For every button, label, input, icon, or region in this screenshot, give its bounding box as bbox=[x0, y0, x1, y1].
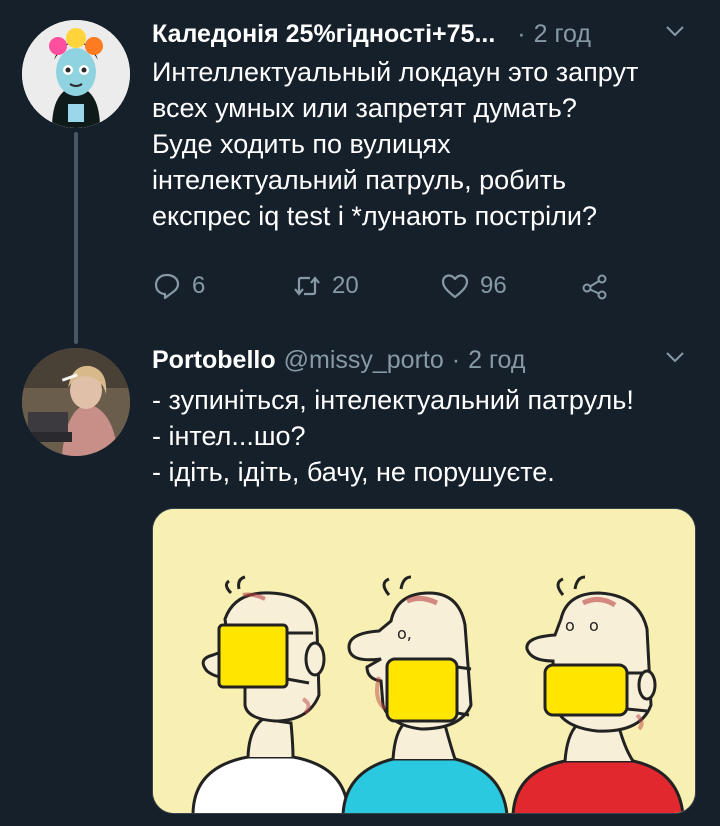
svg-text:o,: o, bbox=[397, 624, 412, 643]
avatar[interactable] bbox=[22, 348, 130, 456]
like-button[interactable]: 96 bbox=[440, 271, 580, 301]
text-line: інтелектуальний патруль, робить bbox=[152, 165, 567, 195]
author-name[interactable]: Portobello bbox=[152, 346, 276, 375]
thread-line bbox=[74, 132, 78, 344]
text-line: - зупиніться, інтелектуальний патруль! bbox=[152, 385, 634, 415]
tweet-header: Portobello @missy_porto · 2 год bbox=[152, 342, 700, 378]
tweet-1[interactable]: Каледонія 25%гідності+75... · 2 год Инте… bbox=[0, 0, 720, 344]
svg-text:o: o bbox=[565, 616, 575, 635]
tweet-header: Каледонія 25%гідності+75... · 2 год bbox=[152, 16, 700, 52]
retweet-count: 20 bbox=[332, 272, 359, 299]
separator: · bbox=[451, 345, 461, 374]
share-button[interactable] bbox=[580, 271, 610, 301]
author-name[interactable]: Каледонія 25%гідності+75... bbox=[152, 20, 495, 49]
like-count: 96 bbox=[480, 272, 507, 299]
chevron-down-icon[interactable] bbox=[664, 346, 686, 368]
separator: · bbox=[517, 19, 526, 48]
avatar[interactable] bbox=[22, 20, 130, 128]
timestamp[interactable]: 2 год bbox=[468, 346, 525, 375]
text-line: - інтел...шо? bbox=[152, 421, 306, 451]
tweet-text: - зупиніться, інтелектуальний патруль! -… bbox=[152, 382, 700, 490]
text-line: всех умных или запретят думать? bbox=[152, 93, 577, 123]
text-line: - ідіть, ідіть, бачу, не порушуєте. bbox=[152, 457, 555, 487]
action-bar: 6 20 96 bbox=[152, 266, 610, 306]
reply-count: 6 bbox=[192, 272, 206, 299]
reply-button[interactable]: 6 bbox=[152, 271, 292, 301]
tweet-text: Интеллектуальный локдаун это запрут всех… bbox=[152, 54, 700, 234]
text-line: Буде ходить по вулицях bbox=[152, 129, 451, 159]
timestamp[interactable]: 2 год bbox=[534, 20, 591, 49]
share-icon bbox=[580, 271, 610, 301]
text-line: експрес iq test і *лунають постріли? bbox=[152, 201, 597, 231]
cartoon-illustration: o, o o bbox=[153, 509, 695, 813]
author-handle[interactable]: @missy_porto bbox=[284, 346, 444, 375]
retweet-icon bbox=[292, 271, 322, 301]
svg-text:o: o bbox=[589, 616, 599, 635]
chevron-down-icon[interactable] bbox=[664, 20, 686, 42]
tweet-image[interactable]: o, o o bbox=[152, 508, 696, 814]
retweet-button[interactable]: 20 bbox=[292, 271, 440, 301]
reply-icon bbox=[152, 271, 182, 301]
heart-icon bbox=[440, 271, 470, 301]
text-line: Интеллектуальный локдаун это запрут bbox=[152, 57, 639, 87]
